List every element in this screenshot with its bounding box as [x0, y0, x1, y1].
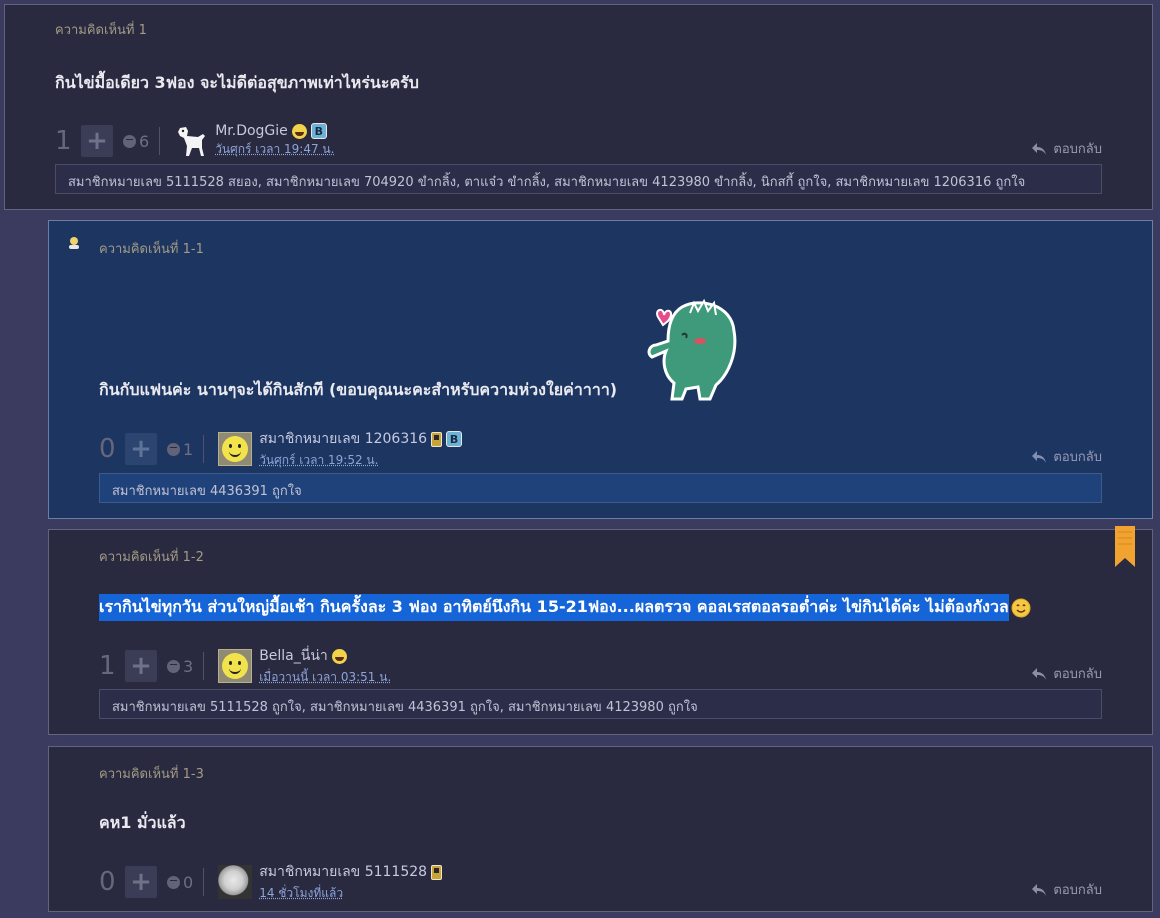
author-meta: Mr.DogGie B วันศุกร์ เวลา 19:47 น.	[215, 123, 334, 159]
plus-icon: +	[130, 434, 152, 464]
divider	[203, 435, 205, 463]
smile-emoji-icon	[1011, 598, 1031, 617]
owner-icon	[69, 237, 79, 249]
liked-by-list[interactable]: สมาชิกหมายเลข 5111528 ถูกใจ, สมาชิกหมายเ…	[99, 689, 1102, 719]
vote-plus-button[interactable]: +	[81, 125, 113, 157]
comment-footer: 0 + 0 สมาชิกหมายเลข 5111528 14 ชั่วโมงที…	[99, 861, 443, 903]
emotion-icon	[167, 442, 180, 456]
comment-footer: 0 + 1 สมาชิกหมายเลข 1206316 B วันศุกร์ เ…	[99, 428, 463, 470]
divider	[203, 652, 205, 680]
smiley-avatar-icon	[222, 653, 249, 679]
divider	[159, 127, 161, 155]
reply-arrow-icon	[1032, 667, 1047, 680]
vote-plus-button[interactable]: +	[125, 433, 157, 465]
emotion-count: 3	[183, 656, 194, 676]
bookmark-icon[interactable]	[1114, 526, 1136, 568]
reply-arrow-icon	[1032, 883, 1047, 896]
username[interactable]: สมาชิกหมายเลข 1206316	[259, 428, 427, 450]
comment-text: กินไข่มื้อเดียว 3ฟอง จะไม่ดีต่อสุขภาพเท่…	[55, 73, 419, 92]
emotion-icon	[123, 134, 136, 148]
plus-icon: +	[130, 867, 152, 897]
username[interactable]: สมาชิกหมายเลข 5111528	[259, 861, 427, 883]
emotion-icon	[167, 659, 180, 673]
reply-label: ตอบกลับ	[1053, 142, 1102, 157]
emotion-button[interactable]: 3	[167, 657, 193, 676]
comment-number: ความคิดเห็นที่ 1-1	[99, 242, 204, 257]
reply-label: ตอบกลับ	[1053, 667, 1102, 682]
liked-by-list[interactable]: สมาชิกหมายเลข 5111528 สยอง, สมาชิกหมายเล…	[55, 164, 1102, 194]
mobile-badge-icon	[431, 864, 443, 880]
plus-icon: +	[86, 126, 108, 156]
comment-date[interactable]: 14 ชั่วโมงที่แล้ว	[259, 884, 442, 903]
author-line: สมาชิกหมายเลข 5111528	[259, 861, 443, 883]
vote-count: 1	[55, 126, 72, 156]
author-meta: Bella_นี่น่า เมื่อวานนี้ เวลา 03:51 น.	[259, 645, 391, 687]
comment-card-1: ความคิดเห็นที่ 1 กินไข่มื้อเดียว 3ฟอง จะ…	[4, 4, 1153, 210]
reply-label: ตอบกลับ	[1053, 883, 1102, 898]
comment-card-1-1: ความคิดเห็นที่ 1-1 กินกับแฟนค่ะ นานๆจะได…	[48, 220, 1153, 519]
emotion-count: 6	[139, 131, 150, 151]
emotion-count: 1	[183, 439, 194, 459]
comment-text: เรากินไข่ทุกวัน ส่วนใหญ่มื้อเช้า กินครั้…	[99, 594, 1031, 621]
vote-plus-button[interactable]: +	[125, 650, 157, 682]
plus-icon: +	[130, 651, 152, 681]
divider	[203, 868, 205, 896]
reply-button[interactable]: ตอบกลับ	[1031, 138, 1102, 159]
blog-badge-icon[interactable]: B	[310, 123, 327, 139]
comment-text: คห1 มั่วแล้ว	[99, 813, 186, 832]
laugh-emoji-icon	[331, 648, 347, 664]
vote-plus-button[interactable]: +	[125, 866, 157, 898]
emotion-button[interactable]: 1	[167, 440, 193, 459]
username[interactable]: Bella_นี่น่า	[259, 645, 328, 667]
comment-number: ความคิดเห็นที่ 1-2	[99, 550, 204, 565]
emotion-icon	[167, 875, 180, 889]
author-meta: สมาชิกหมายเลข 5111528 14 ชั่วโมงที่แล้ว	[259, 861, 443, 903]
blog-badge-icon[interactable]: B	[446, 431, 463, 447]
comment-footer: 1 + 3 Bella_นี่น่า เมื่อวานนี้ เวลา 03:5…	[99, 648, 391, 684]
reply-button[interactable]: ตอบกลับ	[1031, 879, 1102, 900]
comment-date[interactable]: เมื่อวานนี้ เวลา 03:51 น.	[259, 668, 391, 687]
reply-button[interactable]: ตอบกลับ	[1031, 663, 1102, 684]
comment-text: กินกับแฟนค่ะ นานๆจะได้กินสักที (ขอบคุณนะ…	[99, 380, 618, 399]
selected-text: เรากินไข่ทุกวัน ส่วนใหญ่มื้อเช้า กินครั้…	[99, 594, 1009, 621]
comment-card-1-3: ความคิดเห็นที่ 1-3 คห1 มั่วแล้ว 0 + 0 สม…	[48, 746, 1153, 912]
comment-number: ความคิดเห็นที่ 1	[55, 23, 147, 38]
dog-avatar-icon	[178, 127, 206, 156]
author-line: Mr.DogGie B	[215, 123, 334, 139]
avatar[interactable]	[218, 432, 253, 466]
author-line: Bella_นี่น่า	[259, 645, 391, 667]
reply-arrow-icon	[1032, 142, 1047, 155]
reply-arrow-icon	[1032, 450, 1047, 463]
avatar[interactable]	[174, 124, 208, 158]
author-meta: สมาชิกหมายเลข 1206316 B วันศุกร์ เวลา 19…	[259, 428, 463, 470]
username[interactable]: Mr.DogGie	[215, 123, 288, 139]
emotion-button[interactable]: 0	[167, 873, 193, 892]
avatar[interactable]	[218, 649, 253, 683]
comment-footer: 1 + 6 Mr.DogGie B วันศุกร์ เวลา 19:47 น.	[55, 123, 334, 159]
comment-date[interactable]: วันศุกร์ เวลา 19:52 น.	[259, 451, 462, 470]
vote-count: 1	[99, 651, 116, 681]
emotion-count: 0	[183, 872, 194, 892]
mobile-badge-icon	[431, 431, 443, 447]
avatar[interactable]	[218, 865, 253, 899]
emotion-button[interactable]: 6	[123, 132, 149, 151]
reply-button[interactable]: ตอบกลับ	[1031, 446, 1102, 467]
smiley-avatar-icon	[222, 436, 249, 462]
laugh-emoji-icon	[291, 123, 307, 139]
vote-count: 0	[99, 434, 116, 464]
sticker-dino-image	[647, 298, 737, 401]
liked-by-list[interactable]: สมาชิกหมายเลข 4436391 ถูกใจ	[99, 473, 1102, 503]
author-line: สมาชิกหมายเลข 1206316 B	[259, 428, 463, 450]
comment-date[interactable]: วันศุกร์ เวลา 19:47 น.	[215, 140, 334, 159]
comment-number: ความคิดเห็นที่ 1-3	[99, 767, 204, 782]
reply-label: ตอบกลับ	[1053, 450, 1102, 465]
vote-count: 0	[99, 867, 116, 897]
comment-card-1-2: ความคิดเห็นที่ 1-2 เรากินไข่ทุกวัน ส่วนใ…	[48, 526, 1153, 735]
